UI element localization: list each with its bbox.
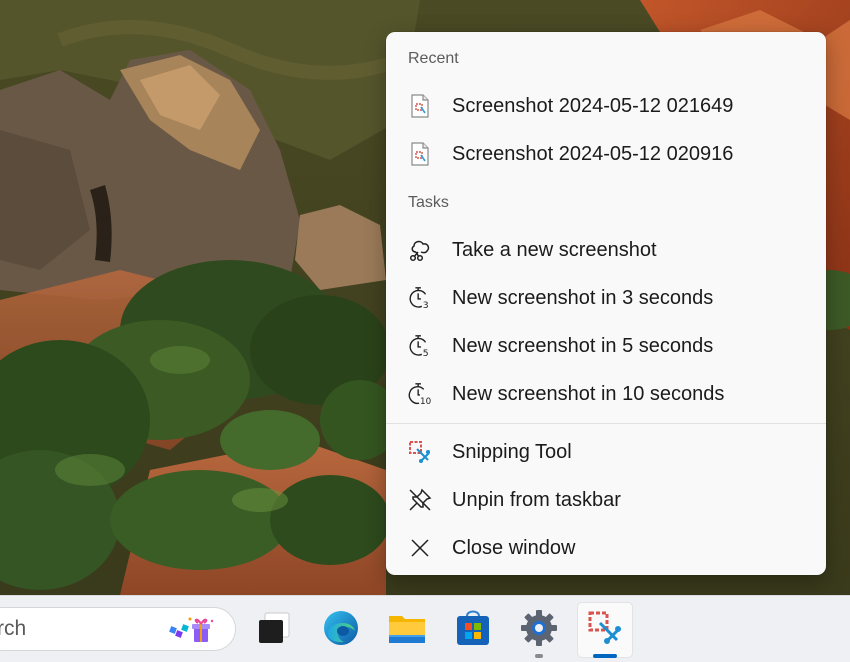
image-file-icon bbox=[408, 94, 432, 118]
timer-5-icon: 5 bbox=[408, 334, 432, 359]
unpin-icon bbox=[408, 488, 432, 512]
timer-10-icon: 10 bbox=[408, 382, 432, 407]
edge-icon bbox=[322, 609, 360, 652]
snipping-tool-jump-list: Recent Screenshot 2024-05-12 021649 Scre… bbox=[386, 32, 826, 575]
task-screenshot-10-seconds[interactable]: 10 New screenshot in 10 seconds bbox=[392, 372, 820, 416]
taskbar-search-box[interactable]: rch bbox=[0, 607, 236, 651]
close-icon bbox=[408, 536, 432, 560]
close-window[interactable]: Close window bbox=[392, 526, 820, 570]
search-box-text: rch bbox=[0, 617, 27, 640]
launch-snipping-tool[interactable]: Snipping Tool bbox=[392, 430, 820, 474]
snipping-tool-icon bbox=[586, 609, 624, 652]
task-label: New screenshot in 3 seconds bbox=[452, 286, 714, 309]
tasks-section-header: Tasks bbox=[408, 194, 449, 211]
task-take-new-screenshot[interactable]: Take a new screenshot bbox=[392, 228, 820, 272]
snip-icon bbox=[408, 238, 432, 262]
svg-text:10: 10 bbox=[420, 397, 431, 407]
taskbar-file-explorer[interactable] bbox=[379, 602, 435, 658]
svg-text:3: 3 bbox=[423, 300, 429, 311]
task-view-icon bbox=[256, 611, 292, 650]
svg-text:5: 5 bbox=[423, 348, 429, 359]
task-screenshot-3-seconds[interactable]: 3 New screenshot in 3 seconds bbox=[392, 276, 820, 320]
recent-item-screenshot-1[interactable]: Screenshot 2024-05-12 021649 bbox=[392, 84, 820, 128]
store-icon bbox=[454, 609, 492, 652]
snipping-tool-active-indicator bbox=[593, 654, 617, 658]
taskbar-settings[interactable] bbox=[511, 602, 567, 658]
recent-item-label: Screenshot 2024-05-12 020916 bbox=[452, 142, 734, 165]
timer-3-icon: 3 bbox=[408, 286, 432, 311]
task-label: New screenshot in 10 seconds bbox=[452, 382, 725, 405]
unpin-from-taskbar[interactable]: Unpin from taskbar bbox=[392, 478, 820, 522]
gear-icon bbox=[520, 609, 558, 652]
app-item-label: Snipping Tool bbox=[452, 440, 572, 463]
taskbar-task-view[interactable] bbox=[246, 602, 302, 658]
taskbar: rch bbox=[0, 595, 850, 662]
recent-section-header: Recent bbox=[408, 50, 459, 67]
app-item-label: Unpin from taskbar bbox=[452, 488, 621, 511]
task-label: New screenshot in 5 seconds bbox=[452, 334, 714, 357]
taskbar-snipping-tool[interactable] bbox=[577, 602, 633, 658]
folder-icon bbox=[387, 610, 427, 651]
recent-item-screenshot-2[interactable]: Screenshot 2024-05-12 020916 bbox=[392, 132, 820, 176]
app-item-label: Close window bbox=[452, 536, 576, 559]
search-highlight-icon bbox=[168, 615, 214, 650]
image-file-icon bbox=[408, 142, 432, 166]
taskbar-edge[interactable] bbox=[313, 602, 369, 658]
settings-running-indicator bbox=[535, 654, 543, 658]
menu-divider bbox=[386, 423, 826, 424]
task-label: Take a new screenshot bbox=[452, 238, 657, 261]
recent-item-label: Screenshot 2024-05-12 021649 bbox=[452, 94, 734, 117]
taskbar-microsoft-store[interactable] bbox=[445, 602, 501, 658]
snipping-tool-icon bbox=[408, 440, 432, 464]
task-screenshot-5-seconds[interactable]: 5 New screenshot in 5 seconds bbox=[392, 324, 820, 368]
